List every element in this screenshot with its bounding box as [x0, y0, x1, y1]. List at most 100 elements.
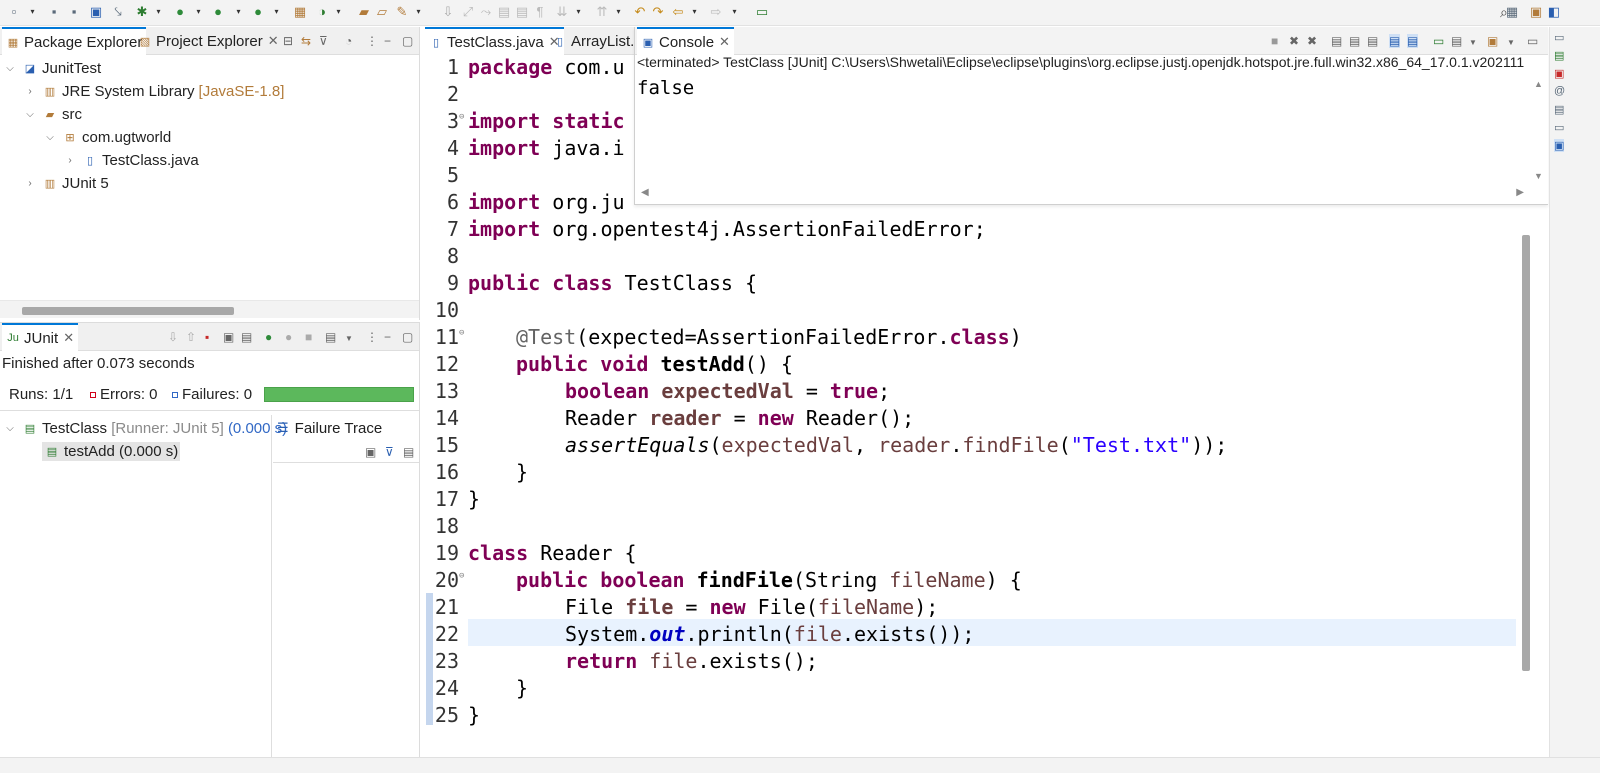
last-edit-icon[interactable]: ↶	[632, 4, 648, 20]
open-type-icon[interactable]: ▰	[356, 4, 372, 20]
next-annotation-dropdown-icon[interactable]: ▾	[574, 4, 583, 20]
pin-editor-icon[interactable]: ▭	[754, 4, 770, 20]
search-tool-icon[interactable]: ✎	[394, 4, 410, 20]
terminal-icon[interactable]: ▣	[88, 4, 104, 20]
word-wrap-icon[interactable]: ▤	[514, 4, 530, 20]
tab-console[interactable]: ▣ Console ✕	[637, 27, 734, 55]
clear-console-icon[interactable]: ▤	[1331, 34, 1342, 48]
forward-edit-icon[interactable]: ↷	[650, 4, 666, 20]
filter-stack-icon[interactable]: ⊽	[385, 445, 394, 459]
tree-item-junit5[interactable]: › ▥ JUnit 5	[24, 172, 108, 195]
link-with-editor-icon[interactable]: ⇆	[301, 34, 311, 48]
open-task-icon[interactable]: ▱	[374, 4, 390, 20]
new-package-dropdown-icon[interactable]: ▾	[334, 4, 343, 20]
scrollbar-thumb[interactable]	[22, 307, 234, 315]
console-output[interactable]: false	[637, 77, 694, 99]
test-case-row[interactable]: ▤ testAdd (0.000 s)	[42, 440, 181, 463]
test-history-icon[interactable]: ▤	[325, 330, 336, 344]
debug-icon[interactable]: ✱	[134, 4, 150, 20]
new-icon[interactable]: ▫	[6, 4, 22, 20]
minimize-icon[interactable]: −	[384, 330, 391, 344]
coverage-icon[interactable]: ●	[210, 4, 226, 20]
close-icon[interactable]: ✕	[719, 34, 730, 50]
expand-chevron-icon[interactable]: ⌵	[4, 423, 16, 434]
show-failures-only-icon[interactable]: ▪	[205, 330, 209, 344]
rerun-failed-first-icon[interactable]: ●	[285, 330, 292, 344]
history-dropdown-icon[interactable]: ▼	[345, 332, 353, 346]
tree-item-testclass-java[interactable]: › ▯ TestClass.java	[64, 149, 198, 172]
horizontal-scrollbar[interactable]: ◀ ▶	[635, 185, 1530, 203]
tab-junit[interactable]: Ju JUnit ✕	[2, 323, 79, 351]
new-java-project-icon[interactable]: ▦	[292, 4, 308, 20]
compare-results-icon[interactable]: ▣	[365, 445, 376, 459]
console-icon[interactable]: ▣	[1554, 139, 1565, 152]
javadoc-icon[interactable]: @	[1554, 85, 1565, 97]
minimize-icon[interactable]: ▭	[1527, 34, 1538, 48]
tree-item-src[interactable]: ⌵ ▰ src	[24, 103, 82, 126]
scroll-left-icon[interactable]: ◀	[641, 187, 649, 198]
toggle-block-icon[interactable]: ⤳	[478, 4, 494, 20]
show-stderr-icon[interactable]: ▤	[1407, 34, 1419, 48]
view-menu-icon[interactable]: ⋮	[366, 34, 378, 48]
expand-chevron-icon[interactable]: ⌵	[4, 63, 16, 74]
debug-dropdown-icon[interactable]: ▾	[154, 4, 163, 20]
filter-icon[interactable]: ⊽	[319, 34, 328, 48]
pilcrow-icon[interactable]: ¶	[532, 4, 548, 20]
java-perspective-icon[interactable]: ◧	[1546, 4, 1562, 20]
external-tools-icon[interactable]: ●	[250, 4, 266, 20]
prev-annotation-icon[interactable]: ⇈	[594, 4, 610, 20]
rerun-test-icon[interactable]: ●	[265, 330, 272, 344]
tab-testclass-java[interactable]: ▯ TestClass.java ✕	[425, 27, 564, 55]
new-dropdown-icon[interactable]: ▾	[28, 4, 37, 20]
fold-icon[interactable]: ⊖	[459, 571, 464, 581]
tab-arraylist[interactable]: ▯ ArrayList.c	[549, 27, 646, 55]
open-console-dropdown-icon[interactable]: ▼	[1507, 36, 1515, 50]
scroll-up-icon[interactable]: ▲	[1534, 79, 1543, 89]
forward-icon[interactable]: ⇨	[708, 4, 724, 20]
collapse-chevron-icon[interactable]: ›	[64, 155, 76, 166]
save-icon[interactable]: ▪	[46, 4, 62, 20]
back-icon[interactable]: ⇦	[670, 4, 686, 20]
collapse-all-icon[interactable]: ⊟	[283, 34, 293, 48]
save-all-icon[interactable]: ▪	[66, 4, 82, 20]
scroll-lock-icon[interactable]: ▣	[223, 330, 234, 344]
new-package-icon[interactable]: ◑	[314, 4, 330, 20]
run-dropdown-icon[interactable]: ▾	[194, 4, 203, 20]
expand-chevron-icon[interactable]: ⌵	[24, 109, 36, 120]
show-stdout-icon[interactable]: ▤	[1389, 34, 1401, 48]
scroll-down-icon[interactable]: ▼	[1534, 171, 1543, 181]
copy-trace-icon[interactable]: ▤	[403, 445, 414, 459]
prev-annotation-dropdown-icon[interactable]: ▾	[614, 4, 623, 20]
problems-icon[interactable]: ▣	[1554, 67, 1564, 80]
vertical-scrollbar[interactable]	[1522, 235, 1530, 671]
collapse-chevron-icon[interactable]: ›	[24, 178, 36, 189]
remove-launch-icon[interactable]: ✖	[1289, 34, 1299, 48]
tree-item-junittest[interactable]: ⌵ ◪ JunitTest	[4, 57, 101, 80]
open-perspective-icon[interactable]: ▦	[1504, 4, 1520, 20]
external-tools-dropdown-icon[interactable]: ▾	[272, 4, 281, 20]
tree-item-package[interactable]: ⌵ ⊞ com.ugtworld	[44, 126, 171, 149]
expand-chevron-icon[interactable]: ⌵	[44, 132, 56, 143]
run-icon[interactable]: ●	[172, 4, 188, 20]
fold-icon[interactable]: ⊖	[459, 328, 464, 338]
open-console-icon[interactable]: ▣	[1487, 34, 1498, 48]
declaration-icon[interactable]: ▤	[1554, 103, 1564, 116]
next-annotation-icon[interactable]: ⇊	[554, 4, 570, 20]
close-icon[interactable]: ✕	[268, 33, 279, 49]
tree-item-jre-library[interactable]: › ▥ JRE System Library [JavaSE-1.8]	[24, 80, 284, 103]
search-dropdown-icon[interactable]: ▾	[414, 4, 423, 20]
annotation-next-icon[interactable]: ⇩	[440, 4, 456, 20]
back-dropdown-icon[interactable]: ▾	[690, 4, 699, 20]
horizontal-scrollbar[interactable]	[0, 300, 419, 318]
outline-icon[interactable]: ▤	[1554, 49, 1564, 62]
forward-dropdown-icon[interactable]: ▾	[730, 4, 739, 20]
stop-icon[interactable]: ■	[305, 330, 312, 344]
maximize-icon[interactable]: ▢	[402, 330, 413, 344]
fold-icon[interactable]: ⊖	[459, 112, 464, 122]
terminate-icon[interactable]: ■	[1271, 34, 1278, 48]
restore-icon[interactable]: ▭	[1554, 31, 1564, 44]
previous-failure-icon[interactable]: ⇧	[186, 330, 196, 344]
remove-all-launches-icon[interactable]: ✖	[1307, 34, 1317, 48]
view-menu-icon[interactable]: ⋮	[366, 330, 378, 344]
next-failure-icon[interactable]: ⇩	[168, 330, 178, 344]
